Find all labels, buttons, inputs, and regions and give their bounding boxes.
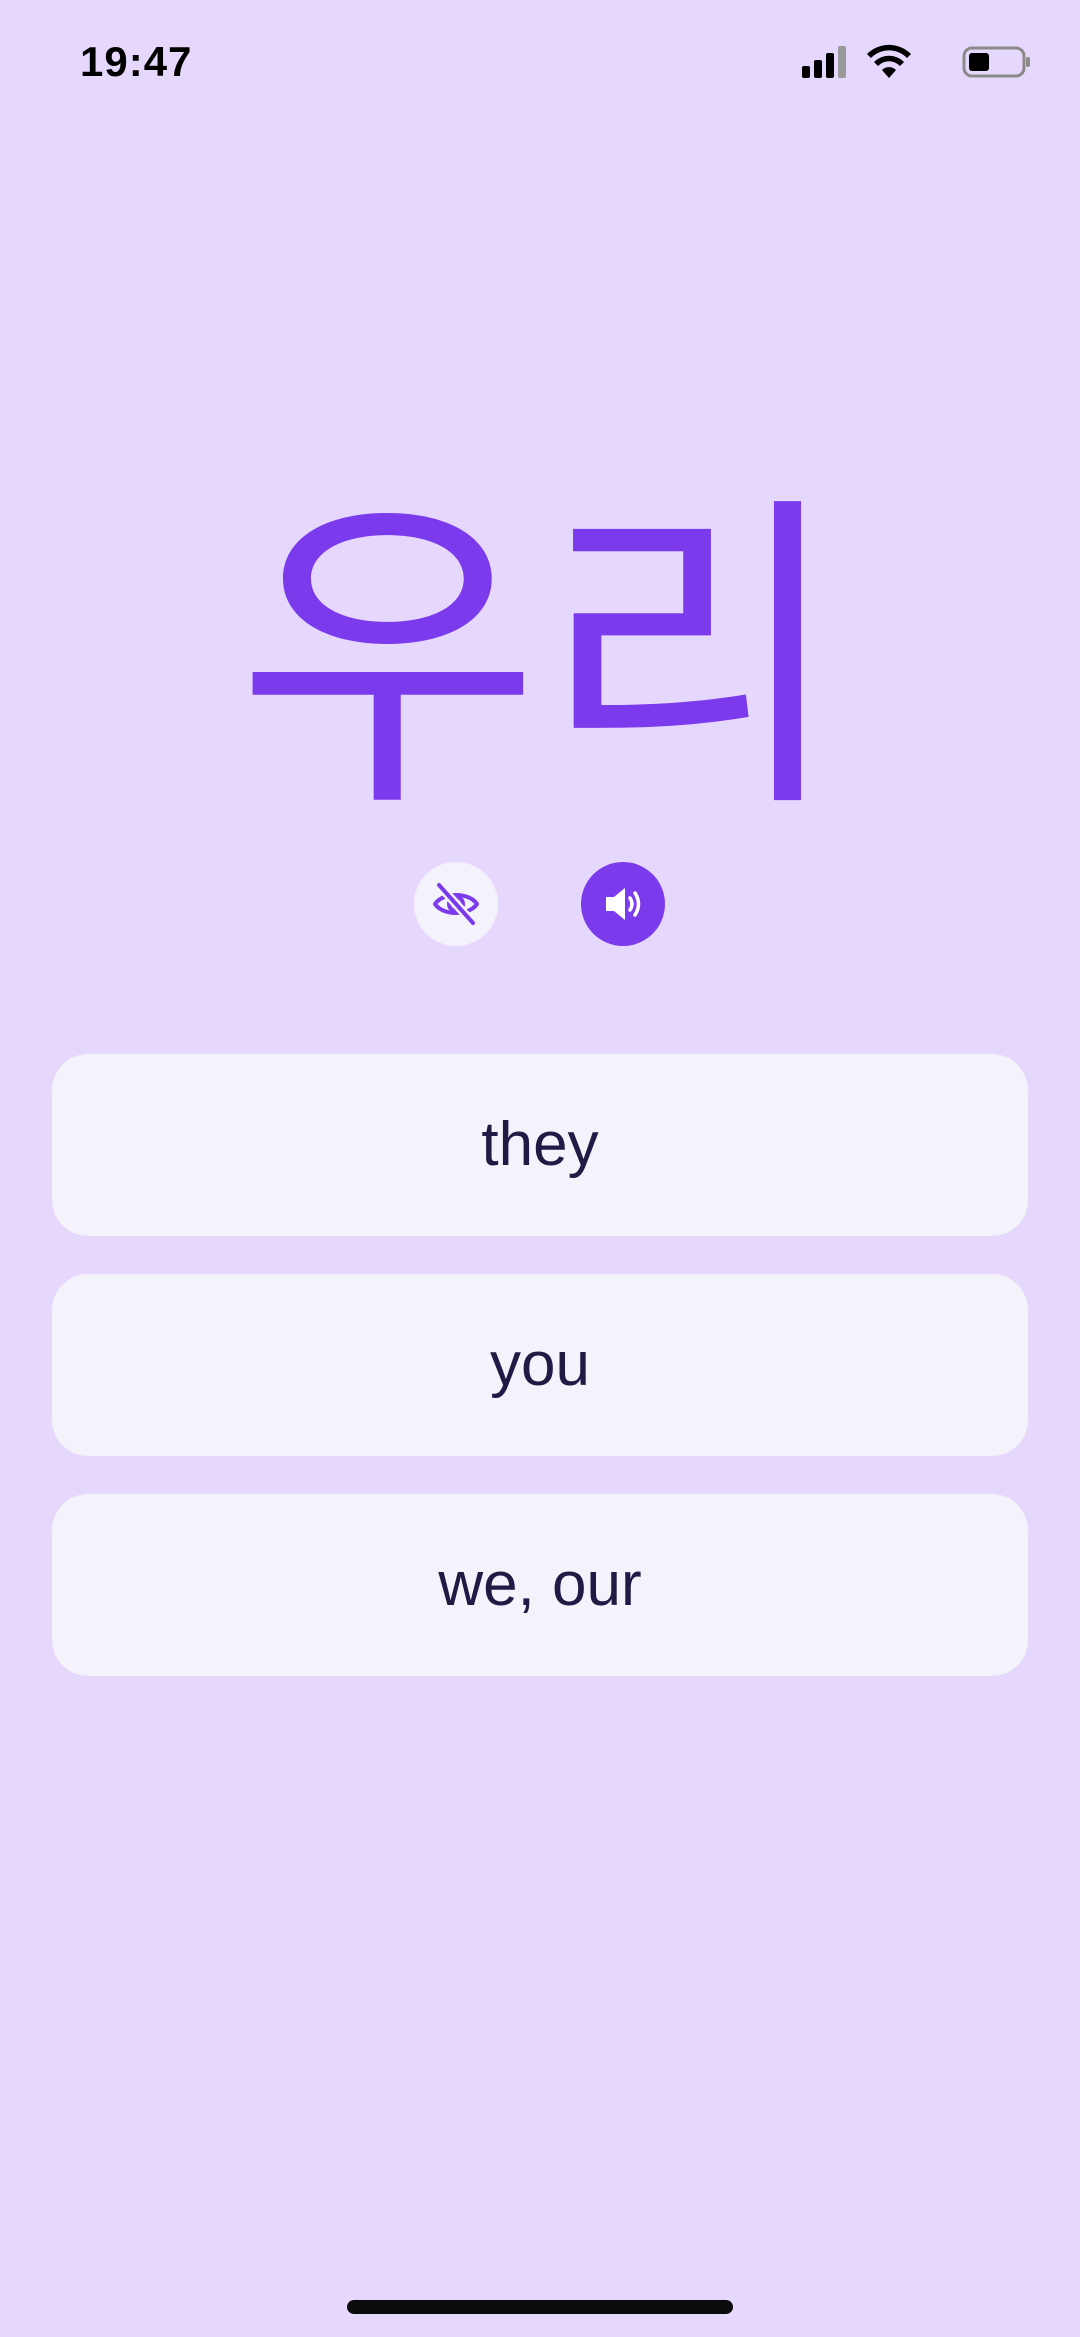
speaker-icon xyxy=(606,888,641,920)
answer-option-label: they xyxy=(481,1110,599,1179)
answer-option-label: you xyxy=(490,1330,590,1399)
status-bar: 19:47 xyxy=(0,0,1080,130)
eye-slash-icon xyxy=(433,880,479,928)
korean-word: 우리 xyxy=(236,468,844,852)
word-controls xyxy=(0,862,1080,946)
answer-option-label: we, our xyxy=(438,1550,642,1619)
cellular-signal-icon xyxy=(802,46,846,78)
battery-icon xyxy=(962,46,1030,78)
answer-option-you[interactable]: you xyxy=(52,1274,1028,1456)
status-time: 19:47 xyxy=(80,38,193,85)
wifi-icon xyxy=(867,44,911,78)
home-indicator[interactable] xyxy=(347,2300,733,2314)
answer-option-they[interactable]: they xyxy=(52,1054,1028,1236)
answer-option-we-our[interactable]: we, our xyxy=(52,1494,1028,1676)
hide-translation-button[interactable] xyxy=(414,862,498,946)
play-audio-button[interactable] xyxy=(581,862,665,946)
